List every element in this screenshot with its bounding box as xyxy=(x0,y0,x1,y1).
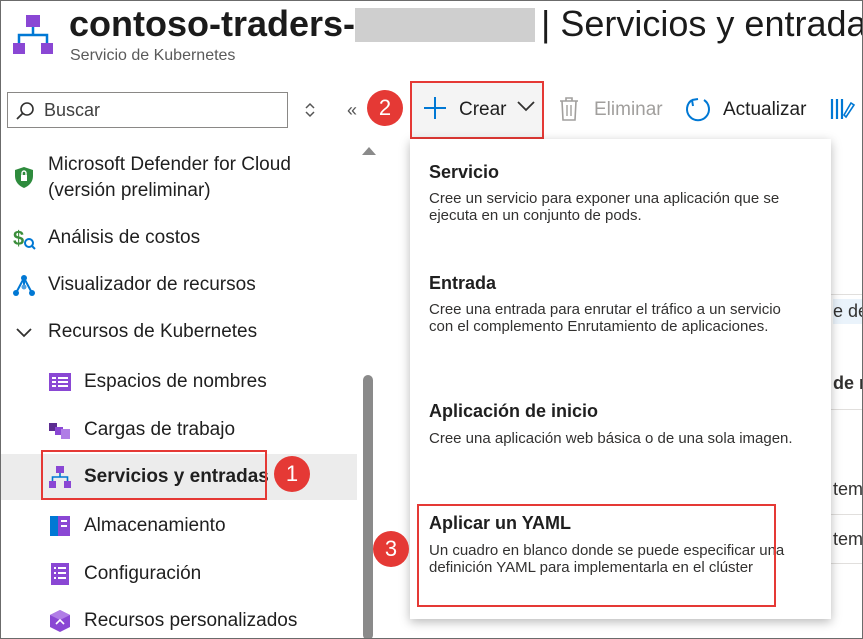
menu-item-description: Cree un servicio para exponer una aplica… xyxy=(429,190,780,224)
sidebar-item-label: Microsoft Defender for Cloud xyxy=(48,154,291,175)
sidebar-item-label: Espacios de nombres xyxy=(84,371,267,392)
sidebar-item-defender[interactable]: Microsoft Defender for Cloud (versión pr… xyxy=(1,151,357,207)
sidebar-item-label: Cargas de trabajo xyxy=(84,419,236,440)
menu-item-title: Entrada xyxy=(429,273,497,293)
cost-analysis-icon: $ xyxy=(13,228,36,250)
scrollbar-thumb[interactable] xyxy=(363,375,373,638)
sidebar-item-namespaces[interactable]: Espacios de nombres xyxy=(1,367,357,397)
trash-icon xyxy=(560,97,578,121)
sidebar-item-label: Configuración xyxy=(84,563,202,584)
step-badge-1: 1 xyxy=(274,456,310,492)
highlight-box-apply-yaml xyxy=(417,504,776,607)
menu-item-ingress[interactable]: Entrada Cree una entrada para enrutar el… xyxy=(410,251,831,376)
sort-icon[interactable] xyxy=(303,100,317,120)
collapse-sidebar-icon[interactable]: « xyxy=(347,100,357,121)
page-title: contoso-traders- | Servicios y entradas xyxy=(69,1,863,47)
search-input[interactable]: Buscar xyxy=(44,100,100,121)
menu-item-service[interactable]: Servicio Cree un servicio para exponer u… xyxy=(410,139,831,249)
search-box[interactable]: Buscar xyxy=(7,92,288,128)
menu-item-description: Cree una entrada para enrutar el tráfico… xyxy=(429,301,781,335)
kubernetes-service-icon xyxy=(13,15,53,54)
plus-icon xyxy=(424,97,446,119)
chevron-down-icon xyxy=(517,101,535,112)
shield-icon xyxy=(15,167,33,188)
step-badge-3: 3 xyxy=(373,531,409,567)
sidebar-item-resource-visualizer[interactable]: Visualizador de recursos xyxy=(1,270,357,300)
sidebar-item-workloads[interactable]: Cargas de trabajo xyxy=(1,415,357,445)
sidebar-item-label: Análisis de costos xyxy=(48,227,201,248)
workloads-icon xyxy=(49,423,70,439)
table-cell: tem xyxy=(833,479,863,499)
namespaces-icon xyxy=(49,373,71,391)
custom-resources-icon xyxy=(50,610,70,632)
resource-visualizer-icon xyxy=(13,275,35,296)
page-header: contoso-traders- | Servicios y entradas S… xyxy=(1,1,863,77)
menu-item-starter-app[interactable]: Aplicación de inicio Cree una aplicación… xyxy=(410,379,831,489)
redacted-name xyxy=(355,8,536,42)
edit-columns-icon[interactable] xyxy=(830,97,856,121)
table-cell: tem xyxy=(833,529,863,549)
step-badge-2: 2 xyxy=(367,90,403,126)
sidebar-item-label: Recursos personalizados xyxy=(84,610,298,631)
highlight-box-services xyxy=(41,450,267,500)
sidebar-item-label-line2: (versión preliminar) xyxy=(48,180,211,201)
create-button-label: Crear xyxy=(459,99,507,120)
divider xyxy=(831,514,862,515)
sidebar-item-label: Visualizador de recursos xyxy=(48,274,256,295)
chevron-down-icon xyxy=(16,328,32,338)
menu-item-title: Servicio xyxy=(429,162,500,182)
refresh-button-label: Actualizar xyxy=(723,99,807,120)
configuration-icon xyxy=(51,563,69,585)
sidebar-item-label: Almacenamiento xyxy=(84,515,226,536)
divider xyxy=(831,409,862,410)
sidebar-group-kubernetes-resources[interactable]: Recursos de Kubernetes xyxy=(1,317,357,347)
page-title-rest: | Servicios y entradas xyxy=(541,3,863,44)
delete-button-label: Eliminar xyxy=(594,99,663,120)
sidebar-item-cost-analysis[interactable]: $ Análisis de costos xyxy=(1,223,357,253)
resource-name: contoso-traders- xyxy=(69,3,356,44)
background-text: e de xyxy=(833,299,862,324)
refresh-icon xyxy=(686,98,710,122)
sidebar-item-storage[interactable]: Almacenamiento xyxy=(1,511,357,541)
menu-item-description: Cree una aplicación web básica o de una … xyxy=(429,430,793,447)
sidebar-item-configuration[interactable]: Configuración xyxy=(1,559,357,589)
scroll-up-arrow-icon[interactable] xyxy=(362,147,376,155)
column-header: de n xyxy=(833,373,862,393)
app-window: contoso-traders- | Servicios y entradas S… xyxy=(0,0,863,639)
sidebar-item-custom-resources[interactable]: Recursos personalizados xyxy=(1,606,357,636)
sidebar-item-label: Recursos de Kubernetes xyxy=(48,321,258,342)
page-subtitle: Servicio de Kubernetes xyxy=(70,47,236,64)
search-icon xyxy=(16,102,34,120)
divider xyxy=(831,294,862,295)
create-button[interactable]: Crear xyxy=(410,81,544,139)
menu-item-title: Aplicación de inicio xyxy=(429,401,599,421)
storage-icon xyxy=(50,516,70,536)
divider xyxy=(831,563,862,564)
svg-text:$: $ xyxy=(13,228,24,250)
